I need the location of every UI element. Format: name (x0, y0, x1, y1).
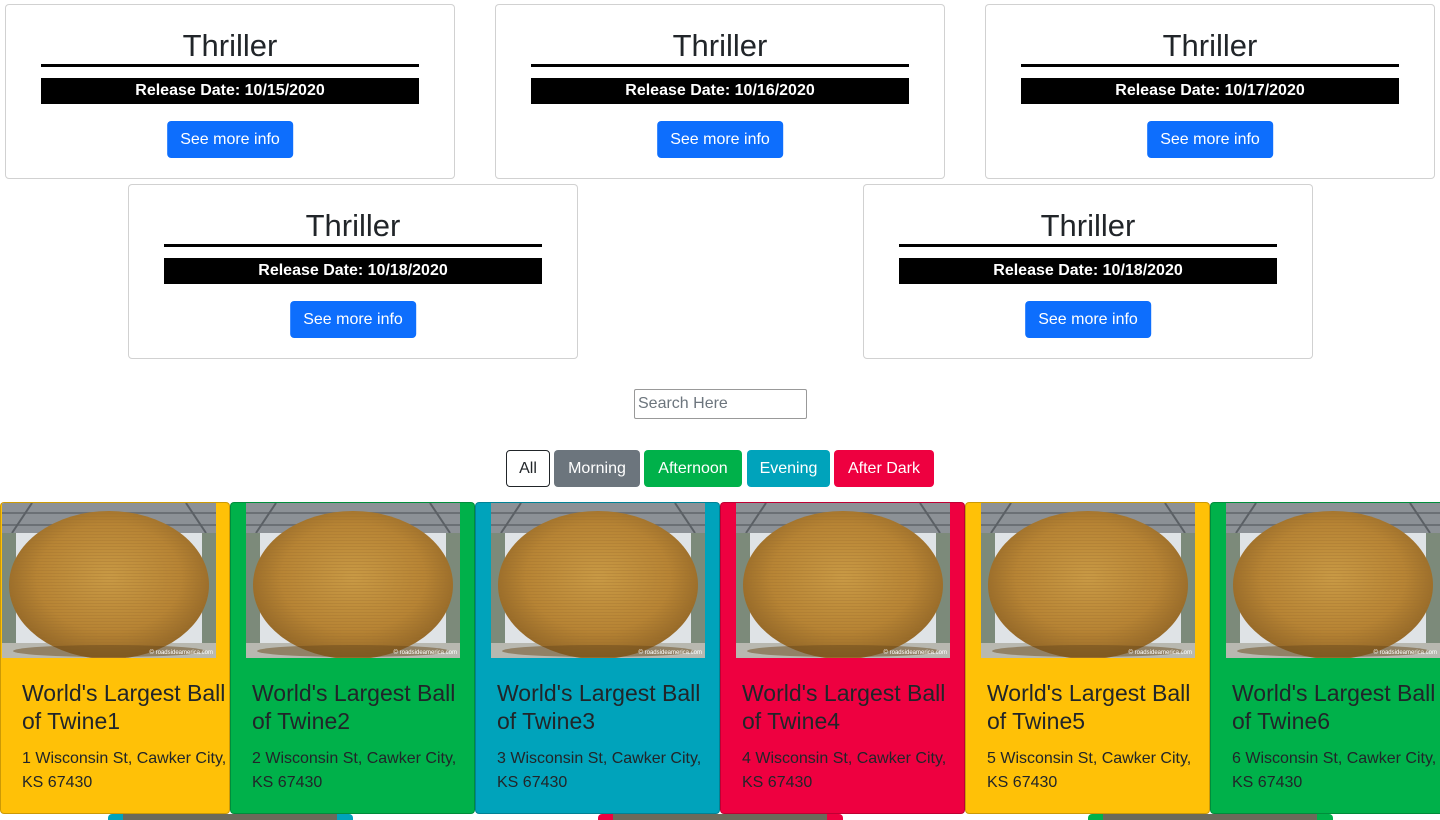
place-card[interactable]: © roadsideamerica.com World's Largest Ba… (965, 502, 1210, 814)
release-date: Release Date: 10/15/2020 (41, 78, 419, 104)
photo-credit: © roadsideamerica.com (1128, 650, 1192, 656)
release-date: Release Date: 10/17/2020 (1021, 78, 1399, 104)
release-date: Release Date: 10/16/2020 (531, 78, 909, 104)
movie-title: Thriller (531, 25, 909, 67)
place-photo: © roadsideamerica.com (736, 503, 950, 658)
place-photo-partial (123, 814, 337, 820)
see-more-info-button[interactable]: See more info (167, 121, 293, 158)
release-date: Release Date: 10/18/2020 (899, 258, 1277, 284)
place-card[interactable]: © roadsideamerica.com World's Largest Ba… (475, 502, 720, 814)
place-title: World's Largest Ball of Twine5 (987, 680, 1191, 734)
place-title: World's Largest Ball of Twine2 (252, 680, 456, 734)
place-card[interactable]: © roadsideamerica.com World's Largest Ba… (1210, 502, 1440, 814)
filter-after-dark-button[interactable]: After Dark (834, 450, 934, 487)
place-title: World's Largest Ball of Twine6 (1232, 680, 1436, 734)
place-photo: © roadsideamerica.com (246, 503, 460, 658)
movie-title: Thriller (164, 205, 542, 247)
place-photo: © roadsideamerica.com (981, 503, 1195, 658)
twine-ball-image (981, 503, 1195, 658)
photo-credit: © roadsideamerica.com (393, 650, 457, 656)
place-card-partial[interactable] (108, 814, 353, 820)
place-card-partial[interactable] (598, 814, 843, 820)
search-input[interactable] (634, 389, 807, 419)
movie-card: Thriller Release Date: 10/18/2020 See mo… (863, 184, 1313, 359)
movie-card: Thriller Release Date: 10/17/2020 See mo… (985, 4, 1435, 179)
photo-credit: © roadsideamerica.com (149, 650, 213, 656)
filter-morning-button[interactable]: Morning (554, 450, 640, 487)
movie-title: Thriller (899, 205, 1277, 247)
movie-card: Thriller Release Date: 10/16/2020 See mo… (495, 4, 945, 179)
place-photo: © roadsideamerica.com (491, 503, 705, 658)
twine-ball-image (2, 503, 216, 658)
photo-credit: © roadsideamerica.com (883, 650, 947, 656)
filter-afternoon-button[interactable]: Afternoon (644, 450, 742, 487)
place-address: 4 Wisconsin St, Cawker City, KS 67430 (742, 750, 947, 791)
movie-card: Thriller Release Date: 10/15/2020 See mo… (5, 4, 455, 179)
place-title: World's Largest Ball of Twine3 (497, 680, 701, 734)
place-card-partial[interactable] (1088, 814, 1333, 820)
place-address: 6 Wisconsin St, Cawker City, KS 67430 (1232, 750, 1437, 791)
place-photo-partial (613, 814, 827, 820)
twine-ball-image (491, 503, 705, 658)
place-address: 5 Wisconsin St, Cawker City, KS 67430 (987, 750, 1192, 791)
filter-all-button[interactable]: All (506, 450, 550, 487)
see-more-info-button[interactable]: See more info (290, 301, 416, 338)
place-photo: © roadsideamerica.com (1226, 503, 1440, 658)
place-address: 3 Wisconsin St, Cawker City, KS 67430 (497, 750, 702, 791)
place-address: 1 Wisconsin St, Cawker City, KS 67430 (22, 750, 227, 791)
place-card[interactable]: © roadsideamerica.com World's Largest Ba… (720, 502, 965, 814)
see-more-info-button[interactable]: See more info (657, 121, 783, 158)
place-address: 2 Wisconsin St, Cawker City, KS 67430 (252, 750, 457, 791)
place-card[interactable]: © roadsideamerica.com World's Largest Ba… (230, 502, 475, 814)
release-date: Release Date: 10/18/2020 (164, 258, 542, 284)
see-more-info-button[interactable]: See more info (1025, 301, 1151, 338)
place-title: World's Largest Ball of Twine1 (22, 680, 226, 734)
movie-card: Thriller Release Date: 10/18/2020 See mo… (128, 184, 578, 359)
movie-title: Thriller (1021, 25, 1399, 67)
place-card[interactable]: © roadsideamerica.com World's Largest Ba… (0, 502, 230, 814)
photo-credit: © roadsideamerica.com (638, 650, 702, 656)
place-photo-partial (1103, 814, 1317, 820)
filter-evening-button[interactable]: Evening (747, 450, 830, 487)
see-more-info-button[interactable]: See more info (1147, 121, 1273, 158)
place-title: World's Largest Ball of Twine4 (742, 680, 946, 734)
twine-ball-image (736, 503, 950, 658)
place-photo: © roadsideamerica.com (2, 503, 216, 658)
twine-ball-image (1226, 503, 1440, 658)
photo-credit: © roadsideamerica.com (1373, 650, 1437, 656)
movie-title: Thriller (41, 25, 419, 67)
twine-ball-image (246, 503, 460, 658)
